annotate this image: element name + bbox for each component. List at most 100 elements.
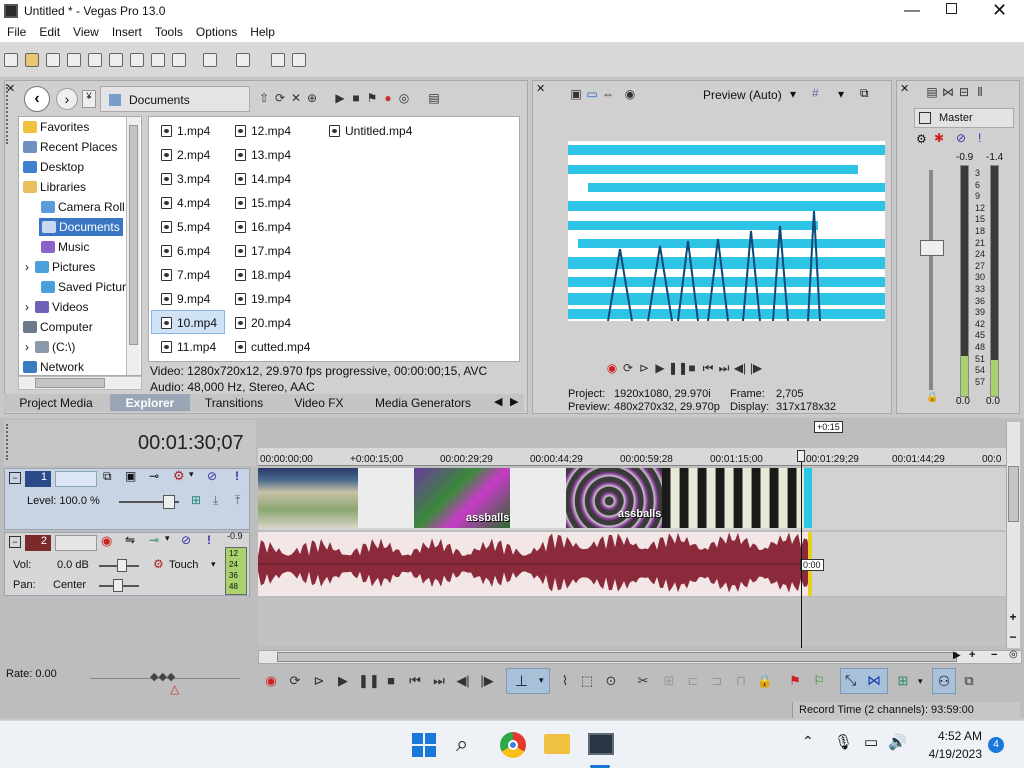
go-to-start-icon[interactable]: ⏮ — [700, 360, 716, 376]
auto-preview-icon[interactable]: ⚑ — [364, 90, 380, 106]
track-1-compositing-icon[interactable]: ▣ — [125, 469, 136, 483]
close-icon[interactable]: ✕ — [992, 0, 1007, 21]
help-pointer-icon[interactable] — [292, 53, 306, 67]
play-from-start-icon[interactable]: ⊳ — [636, 360, 652, 376]
file-item[interactable]: 6.mp4 — [161, 244, 210, 258]
tree-desktop[interactable]: Desktop — [23, 160, 84, 174]
clock-time[interactable]: 4:52 AM — [922, 729, 982, 743]
tree-music[interactable]: Music — [41, 240, 89, 254]
selection-tool-icon[interactable]: ⬚ — [578, 672, 596, 690]
copy-snapshot-icon[interactable]: ⧉ — [860, 86, 869, 101]
track-2-invert-phase-icon[interactable]: ⇋ — [125, 533, 135, 547]
pause-icon[interactable]: ❚❚ — [668, 360, 688, 376]
lock-envelopes-icon[interactable]: ⚇ — [932, 668, 956, 694]
tree-libraries[interactable]: Libraries — [23, 180, 86, 194]
tree-hscrollbar[interactable] — [18, 376, 142, 390]
prev-frame-button[interactable]: ◀| — [454, 672, 472, 690]
play-from-start-button[interactable]: ⊳ — [310, 672, 328, 690]
tree-camera-roll[interactable]: Camera Roll — [41, 200, 125, 214]
track-1-fx-dropdown-icon[interactable]: ▾ — [189, 469, 194, 480]
views-icon[interactable]: ▤ — [426, 90, 442, 106]
loop-playback-button[interactable]: ⟳ — [286, 672, 304, 690]
preview-fx-icon[interactable]: ◉ — [622, 86, 638, 102]
track-1-up-icon[interactable]: ⤒ — [235, 493, 240, 508]
path-box[interactable]: Documents — [100, 86, 250, 112]
video-clip[interactable]: assballs — [566, 468, 662, 528]
record-button[interactable]: ◉ — [262, 672, 280, 690]
tab-video-fx[interactable]: Video FX — [288, 394, 350, 411]
playhead-line[interactable] — [801, 450, 802, 648]
menu-file[interactable]: File — [0, 24, 32, 39]
preview-quality-select[interactable]: Preview (Auto) — [703, 88, 782, 102]
go-to-end-button[interactable]: ⏭ — [430, 672, 448, 690]
file-item[interactable]: Untitled.mp4 — [329, 124, 412, 138]
show-hidden-icons-icon[interactable]: ⌃ — [802, 733, 814, 750]
file-item-selected[interactable]: 10.mp4 — [151, 310, 225, 334]
track-2-name-field[interactable] — [55, 535, 97, 551]
save-icon[interactable] — [46, 53, 60, 67]
tree-videos[interactable]: › Videos — [25, 300, 88, 314]
tree-pictures[interactable]: › Pictures — [25, 260, 95, 274]
split-screen-icon[interactable]: ⇔ — [600, 86, 616, 102]
master-solo-icon[interactable]: ⊘ — [956, 131, 966, 145]
stop-preview-icon[interactable]: ■ — [348, 90, 364, 106]
new-file-icon[interactable] — [4, 53, 18, 67]
track-2-mode-dropdown-icon[interactable]: ▾ — [211, 559, 216, 570]
mixer-close-icon[interactable]: ✕ — [900, 82, 909, 95]
track-1-motion-icon[interactable]: ⧉ — [103, 469, 112, 484]
zoom-out-icon[interactable]: − — [1006, 630, 1020, 644]
chrome-icon[interactable] — [500, 732, 526, 758]
track-2-automation-icon[interactable]: ⚙ — [153, 557, 164, 571]
file-item[interactable]: 7.mp4 — [161, 268, 210, 282]
external-monitor-icon[interactable]: ▭ — [584, 86, 600, 102]
go-to-end-icon[interactable]: ⏭ — [716, 360, 732, 376]
tree-vscrollbar[interactable] — [126, 117, 140, 375]
track-2-solo-icon[interactable]: ! — [207, 533, 211, 547]
video-clip-end[interactable] — [804, 468, 812, 528]
marker-icon[interactable]: ⚑ — [786, 672, 804, 690]
search-icon[interactable]: ⌕ — [456, 731, 468, 757]
track-1-solo-icon[interactable]: ! — [235, 469, 239, 483]
up-folder-icon[interactable]: ⇧ — [256, 90, 272, 106]
master-fx-icon[interactable]: ⚙ — [916, 132, 927, 146]
track-2-arm-record-icon[interactable]: ◉ — [101, 533, 112, 549]
mixer-insert-fx-icon[interactable]: ⊟ — [956, 84, 972, 100]
clock-date[interactable]: 4/19/2023 — [910, 747, 982, 761]
file-item[interactable]: 16.mp4 — [235, 220, 291, 234]
track-2-automation-mode[interactable]: Touch — [169, 559, 198, 571]
tree-favorites[interactable]: Favorites — [23, 120, 89, 134]
next-frame-icon[interactable]: |▶ — [748, 360, 764, 376]
file-item[interactable]: 15.mp4 — [235, 196, 291, 210]
paste-icon[interactable] — [172, 53, 186, 67]
tree-recent-places[interactable]: Recent Places — [23, 140, 117, 154]
track-2-mute-icon[interactable]: ⊘ — [181, 533, 191, 547]
stop-icon[interactable]: ■ — [684, 360, 700, 376]
file-item[interactable]: 12.mp4 — [235, 124, 291, 138]
network-icon[interactable]: ▭ — [864, 733, 878, 751]
next-frame-button[interactable]: |▶ — [478, 672, 496, 690]
trim-end-icon[interactable]: ⊐ — [708, 672, 726, 690]
preview-quality-dropdown-icon[interactable]: ▾ — [790, 87, 796, 101]
empty-track-area[interactable] — [258, 598, 1006, 646]
zoom-tool-icon[interactable]: ⊙ — [602, 672, 620, 690]
rate-reset-icon[interactable]: △ — [170, 682, 179, 696]
video-clip-gap[interactable] — [358, 468, 414, 528]
properties-icon[interactable] — [109, 53, 123, 67]
history-dropdown-icon[interactable]: ¥ — [82, 90, 96, 108]
microphone-icon[interactable]: 🎙 — [834, 733, 853, 751]
open-folder-icon[interactable] — [25, 53, 39, 67]
restore-icon[interactable] — [946, 3, 957, 14]
overlays-icon[interactable]: # — [812, 86, 819, 100]
auto-ripple-icon[interactable]: ⊞ — [894, 672, 912, 690]
brush-icon[interactable] — [271, 53, 285, 67]
timeline-grip[interactable] — [6, 424, 12, 460]
ignore-grouping-icon[interactable]: ⧉ — [960, 672, 978, 690]
search-icon[interactable]: ◎ — [396, 90, 412, 106]
mixer-properties-icon[interactable]: ▤ — [924, 84, 940, 100]
notification-badge[interactable]: 4 — [988, 737, 1004, 753]
auto-ripple-dropdown-icon[interactable]: ▾ — [918, 676, 923, 687]
snapping-toggles[interactable]: ⤡ ⋈ — [840, 668, 888, 694]
play-preview-icon[interactable]: ▶ — [332, 90, 348, 106]
tree-network[interactable]: Network — [23, 360, 84, 374]
track-2-fx-dropdown-icon[interactable]: ▾ — [165, 533, 170, 544]
